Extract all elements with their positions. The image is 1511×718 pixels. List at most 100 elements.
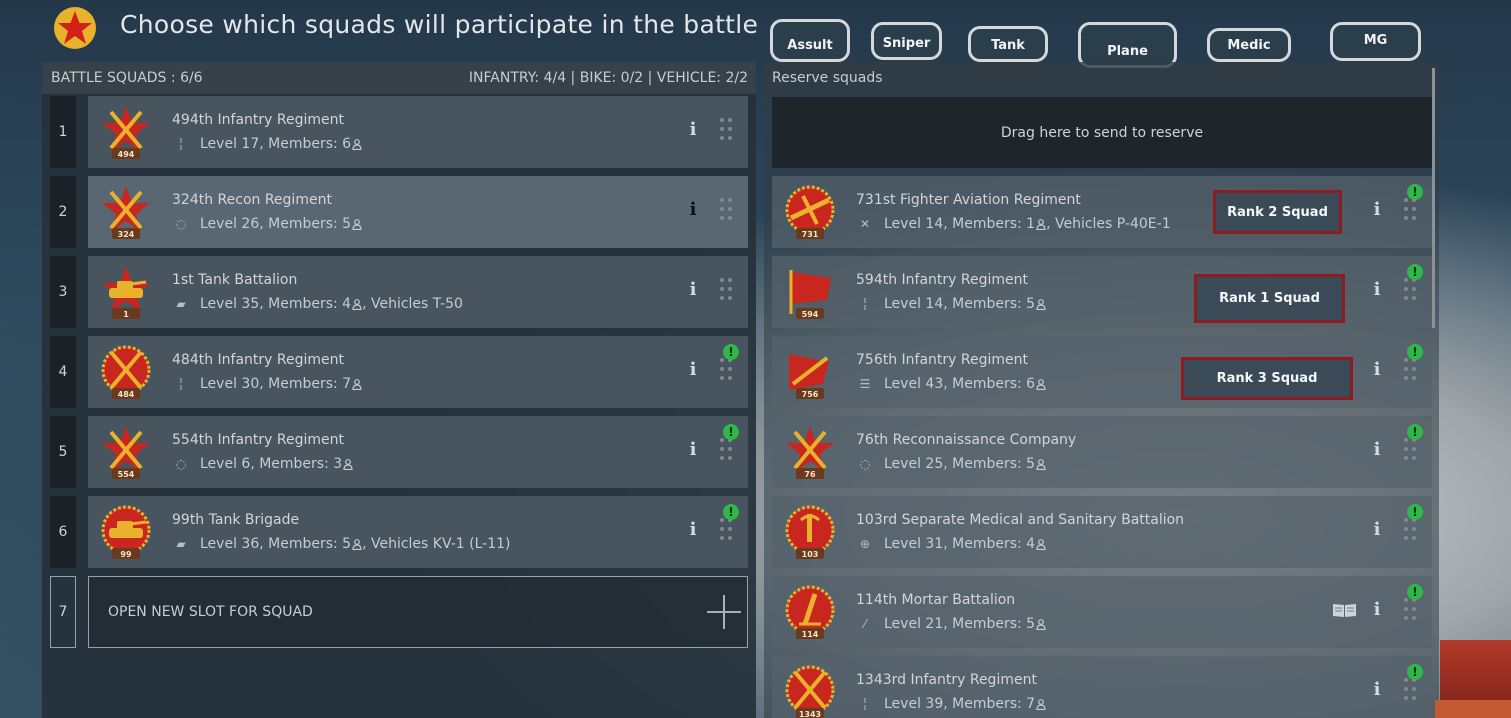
reserve-squad-card[interactable]: 103 103rd Separate Medical and Sanitary B…	[772, 496, 1432, 568]
squad-emblem-icon: 99	[101, 505, 151, 559]
svg-text:484: 484	[118, 390, 135, 399]
infantry-class-icon: ╎	[177, 137, 185, 151]
drag-handle[interactable]	[1404, 598, 1418, 624]
alert-icon: !	[1407, 584, 1423, 600]
drag-handle[interactable]	[720, 198, 734, 224]
info-icon[interactable]: i	[1372, 520, 1382, 540]
drag-handle[interactable]	[1404, 438, 1418, 464]
battle-squads-count: BATTLE SQUADS : 6/6	[51, 70, 203, 86]
info-icon[interactable]: i	[688, 440, 698, 460]
squad-level-members: Level 25, Members: 5	[884, 456, 1036, 472]
squad-emblem-icon: 1343	[785, 665, 835, 718]
squad-level-members: Level 30, Members: 7	[200, 376, 352, 392]
drag-handle[interactable]	[720, 358, 734, 384]
star-logo-icon	[54, 7, 96, 49]
squad-name: 1343rd Infantry Regiment	[856, 672, 1037, 688]
reserve-drop-zone[interactable]: Drag here to send to reserve	[772, 97, 1432, 168]
plane-class-icon: ✕	[859, 217, 871, 231]
info-icon[interactable]: i	[688, 520, 698, 540]
filter-mg-button[interactable]: MG	[1330, 22, 1421, 61]
squad-emblem-icon: 484	[101, 345, 151, 399]
drag-handle[interactable]	[720, 438, 734, 464]
filter-medic-button[interactable]: Medic	[1207, 28, 1291, 62]
slot-number: 4	[50, 336, 76, 408]
squad-emblem-icon: 103	[785, 505, 835, 559]
squad-name: 554th Infantry Regiment	[172, 432, 344, 448]
reserve-squad-card[interactable]: 1343 1343rd Infantry Regiment ╎ Level 39, M…	[772, 656, 1432, 718]
info-icon[interactable]: i	[1372, 680, 1382, 700]
battle-squad-card[interactable]: 1 1st Tank Battalion ▰ Level 35, Members: 4…	[88, 256, 748, 328]
reserve-scrollbar[interactable]	[1432, 68, 1435, 328]
svg-text:103: 103	[802, 550, 819, 559]
open-slot-label: OPEN NEW SLOT FOR SQUAD	[108, 604, 313, 620]
infantry-class-icon: ╎	[861, 297, 869, 311]
squad-level-members: Level 31, Members: 4	[884, 536, 1036, 552]
squad-level-members: Level 14, Members: 1	[884, 216, 1036, 232]
rank-1-squad-label: Rank 1 Squad	[1194, 274, 1345, 323]
squad-name: 731st Fighter Aviation Regiment	[856, 192, 1081, 208]
info-icon[interactable]: i	[1372, 360, 1382, 380]
drag-handle[interactable]	[720, 518, 734, 544]
svg-text:554: 554	[118, 470, 135, 479]
battle-squad-card[interactable]: 554 554th Infantry Regiment ◌ Level 6, Memb…	[88, 416, 748, 488]
info-icon[interactable]: i	[688, 200, 698, 220]
drag-handle[interactable]	[1404, 678, 1418, 704]
squad-info: ▰ Level 35, Members: 4 , Vehicles T-50	[172, 296, 463, 312]
squad-info: ◌ Level 6, Members: 3	[172, 456, 353, 472]
reserve-squad-card[interactable]: 114 114th Mortar Battalion ⁄ Level 21, Memb…	[772, 576, 1432, 648]
squad-emblem-icon: 114	[785, 585, 835, 639]
drag-handle[interactable]	[1404, 198, 1418, 224]
squad-level-members: Level 39, Members: 7	[884, 696, 1036, 712]
svg-text:494: 494	[118, 150, 135, 159]
squad-info: ⁄ Level 21, Members: 5	[856, 616, 1046, 632]
squad-emblem-icon: 1	[102, 266, 150, 319]
filter-tank-button[interactable]: Tank	[968, 26, 1048, 62]
squad-name: 99th Tank Brigade	[172, 512, 300, 528]
slot-number: 2	[50, 176, 76, 248]
info-icon[interactable]: i	[1372, 600, 1382, 620]
filter-sniper-button[interactable]: Sniper	[871, 22, 942, 60]
drag-handle[interactable]	[720, 118, 734, 144]
battle-squad-card[interactable]: 494 494th Infantry Regiment ╎ Level 17, Mem…	[88, 96, 748, 168]
svg-text:1343: 1343	[799, 710, 821, 718]
battle-squad-card[interactable]: 484 484th Infantry Regiment ╎ Level 30, Mem…	[88, 336, 748, 408]
book-icon[interactable]	[1332, 602, 1357, 618]
info-icon[interactable]: i	[688, 360, 698, 380]
medic-class-icon: ⊕	[859, 537, 871, 551]
drag-handle[interactable]	[1404, 358, 1418, 384]
open-new-slot-button[interactable]: OPEN NEW SLOT FOR SQUAD	[88, 576, 748, 648]
mortar-class-icon: ⁄	[863, 617, 866, 631]
svg-text:731: 731	[802, 230, 819, 239]
info-icon[interactable]: i	[688, 120, 698, 140]
info-icon[interactable]: i	[688, 280, 698, 300]
infantry-class-icon: ╎	[177, 377, 185, 391]
squad-level-members: Level 14, Members: 5	[884, 296, 1036, 312]
svg-text:1: 1	[123, 310, 129, 319]
battle-squad-card[interactable]: 99 99th Tank Brigade ▰ Level 36, Members: 5…	[88, 496, 748, 568]
squad-info: ╎ Level 17, Members: 6	[172, 136, 362, 152]
drag-handle[interactable]	[1404, 278, 1418, 304]
info-icon[interactable]: i	[1372, 440, 1382, 460]
squad-name: 494th Infantry Regiment	[172, 112, 344, 128]
alert-icon: !	[1407, 344, 1423, 360]
filter-assult-button[interactable]: Assult	[770, 19, 850, 62]
reserve-squad-card[interactable]: 76 76th Reconnaissance Company ◌ Level 25, …	[772, 416, 1432, 488]
drag-handle[interactable]	[720, 278, 734, 304]
info-icon[interactable]: i	[1372, 280, 1382, 300]
battle-squads-header: BATTLE SQUADS : 6/6 INFANTRY: 4/4 | BIKE…	[42, 62, 756, 94]
squad-emblem-icon: 731	[785, 185, 835, 239]
alert-icon: !	[1407, 184, 1423, 200]
squad-level-members: Level 43, Members: 6	[884, 376, 1036, 392]
info-icon[interactable]: i	[1372, 200, 1382, 220]
member-icon	[1036, 218, 1046, 230]
alert-icon: !	[723, 424, 739, 440]
alert-icon: !	[1407, 424, 1423, 440]
drag-handle[interactable]	[1404, 518, 1418, 544]
svg-text:114: 114	[802, 630, 819, 639]
svg-text:99: 99	[120, 550, 132, 559]
battle-squad-card[interactable]: 324 324th Recon Regiment ◌ Level 26, Member…	[88, 176, 748, 248]
squad-emblem-icon: 756	[789, 354, 829, 399]
squad-name: 594th Infantry Regiment	[856, 272, 1028, 288]
member-icon	[1036, 378, 1046, 390]
squad-name: 76th Reconnaissance Company	[856, 432, 1077, 448]
